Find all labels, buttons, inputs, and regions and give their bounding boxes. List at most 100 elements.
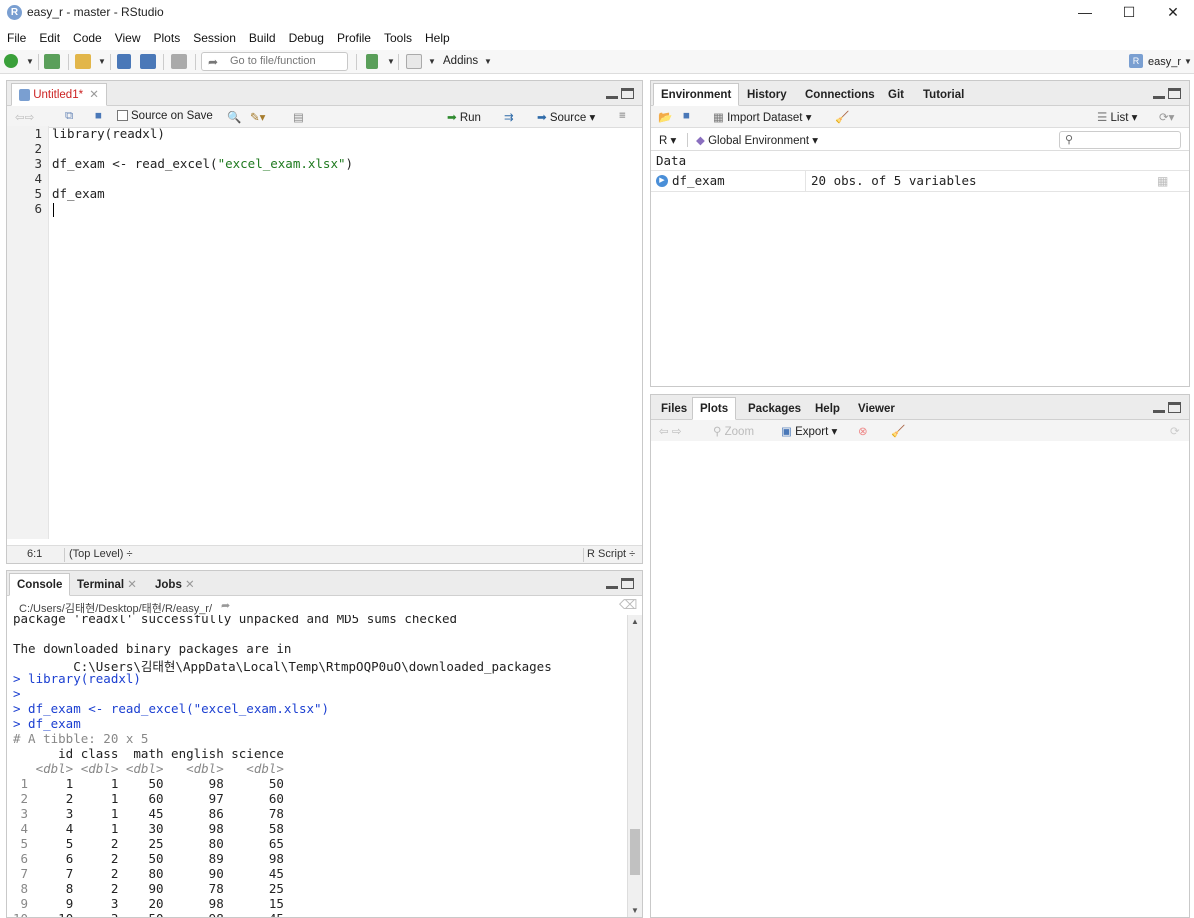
rerun-icon[interactable]: ⇉: [504, 110, 514, 124]
menu-debug[interactable]: Debug: [289, 28, 324, 48]
tab-environment[interactable]: Environment: [653, 83, 740, 106]
maximize-pane-icon[interactable]: [1168, 402, 1181, 413]
scope-selector[interactable]: (Top Level) ÷: [69, 546, 133, 563]
file-type-selector[interactable]: R Script ÷: [587, 546, 635, 563]
source-button[interactable]: ➡ Source ▾: [537, 110, 595, 124]
tibble-row: 6 6 2 50 89 98: [13, 851, 284, 866]
maximize-pane-icon[interactable]: [621, 88, 634, 99]
language-selector[interactable]: R ▾: [659, 133, 676, 147]
back-arrow-icon[interactable]: ⇦⇨: [15, 110, 34, 124]
zoom-button[interactable]: ⚲ Zoom: [713, 424, 754, 438]
minimize-pane-icon[interactable]: [606, 88, 618, 99]
clear-console-icon[interactable]: ⌫: [619, 597, 637, 613]
tibble-cell: 3: [28, 806, 74, 821]
save-all-icon[interactable]: [140, 54, 156, 69]
print-icon[interactable]: [171, 54, 187, 69]
minimize-pane-icon[interactable]: [1153, 402, 1165, 413]
import-dataset-button[interactable]: ▦ Import Dataset ▾: [713, 110, 811, 124]
show-in-window-icon[interactable]: ⧉: [65, 110, 73, 123]
environment-search-input[interactable]: ⚲: [1059, 131, 1181, 149]
tibble-cell: 4: [28, 821, 74, 836]
console-output[interactable]: package 'readxl' successfully unpacked a…: [7, 615, 626, 917]
tab-files[interactable]: Files: [653, 397, 695, 420]
view-data-icon[interactable]: ▦: [1157, 174, 1168, 188]
tibble-cell: 6: [28, 851, 74, 866]
tab-terminal[interactable]: Terminal ✕: [69, 573, 145, 596]
menu-code[interactable]: Code: [73, 28, 102, 48]
env-row-df-exam[interactable]: ▶ df_exam 20 obs. of 5 variables ▦: [651, 170, 1189, 192]
open-folder-icon[interactable]: [75, 54, 91, 69]
search-icon[interactable]: 🔍: [227, 110, 241, 124]
tab-packages[interactable]: Packages: [740, 397, 809, 420]
tab-tutorial[interactable]: Tutorial: [915, 83, 972, 106]
run-button[interactable]: ➡ Run: [447, 110, 481, 124]
code-editor[interactable]: library(readxl) df_exam <- read_excel("e…: [7, 126, 642, 539]
tibble-cell: 9: [28, 896, 74, 911]
menu-plots[interactable]: Plots: [154, 28, 181, 48]
git-icon[interactable]: [366, 54, 378, 69]
outline-icon[interactable]: ≡: [619, 110, 626, 122]
clear-broom-icon[interactable]: 🧹: [835, 110, 849, 124]
title-bar: R easy_r - master - RStudio — ☐ ✕: [0, 0, 1194, 26]
menu-session[interactable]: Session: [193, 28, 236, 48]
close-tab-icon[interactable]: ✕: [89, 89, 99, 101]
console-line: > df_exam <- read_excel("excel_exam.xlsx…: [13, 701, 330, 716]
tab-plots[interactable]: Plots: [692, 397, 737, 420]
tibble-cell: 89: [163, 851, 224, 866]
export-button[interactable]: ▣ Export ▾: [781, 424, 837, 438]
tab-git[interactable]: Git: [880, 83, 912, 106]
scroll-thumb[interactable]: [630, 829, 640, 875]
menu-file[interactable]: File: [7, 28, 26, 48]
menu-profile[interactable]: Profile: [337, 28, 371, 48]
menu-help[interactable]: Help: [425, 28, 450, 48]
main-toolbar: ▼ ▼ Go to file/function ➦ ▼ ▼ Addins ▼ R…: [0, 50, 1194, 74]
remove-plot-icon[interactable]: ⊗: [858, 424, 868, 438]
clear-plots-broom-icon[interactable]: 🧹: [891, 424, 905, 438]
tibble-cell: 78: [223, 806, 284, 821]
console-line: > library(readxl): [13, 671, 141, 686]
go-to-directory-icon[interactable]: ➦: [221, 599, 230, 612]
menu-view[interactable]: View: [115, 28, 141, 48]
menu-edit[interactable]: Edit: [39, 28, 60, 48]
tab-connections[interactable]: Connections: [797, 83, 883, 106]
tab-console[interactable]: Console: [9, 573, 71, 596]
maximize-pane-icon[interactable]: [621, 578, 634, 589]
back-arrow-icon[interactable]: ⇦ ⇨: [659, 424, 681, 438]
magic-wand-icon[interactable]: ✎▾: [250, 110, 265, 124]
console-line: The downloaded binary packages are in: [13, 641, 292, 656]
compile-report-icon[interactable]: ▤: [293, 110, 304, 124]
project-menu[interactable]: easy_r: [1148, 56, 1181, 68]
save-file-icon[interactable]: ■: [95, 110, 102, 122]
expand-icon[interactable]: ▶: [656, 175, 668, 187]
minimize-pane-icon[interactable]: [1153, 88, 1165, 99]
maximize-button[interactable]: ☐: [1106, 0, 1152, 26]
environment-selector[interactable]: ◆ Global Environment ▾: [696, 133, 818, 147]
list-view-selector[interactable]: ☰ List ▾: [1097, 110, 1137, 124]
new-project-icon[interactable]: [44, 54, 60, 69]
source-on-save-checkbox[interactable]: Source on Save: [117, 110, 213, 122]
tab-untitled1[interactable]: Untitled1* ✕: [11, 83, 107, 106]
minimize-button[interactable]: —: [1062, 0, 1108, 26]
tab-help[interactable]: Help: [807, 397, 848, 420]
console-line: id class math english science: [13, 746, 284, 761]
pane-layout-icon[interactable]: [406, 54, 422, 69]
refresh-icon[interactable]: ⟳: [1170, 424, 1180, 438]
tab-jobs[interactable]: Jobs ✕: [147, 573, 203, 596]
save-workspace-icon[interactable]: ■: [683, 110, 690, 122]
minimize-pane-icon[interactable]: [606, 578, 618, 589]
save-icon[interactable]: [117, 54, 131, 69]
plots-toolbar: ⇦ ⇨ ⚲ Zoom ▣ Export ▾ ⊗ 🧹 ⟳: [651, 420, 1189, 442]
maximize-pane-icon[interactable]: [1168, 88, 1181, 99]
menu-tools[interactable]: Tools: [384, 28, 412, 48]
refresh-icon[interactable]: ⟳▾: [1159, 110, 1174, 124]
close-button[interactable]: ✕: [1150, 0, 1194, 26]
menu-build[interactable]: Build: [249, 28, 276, 48]
addins-menu[interactable]: Addins: [443, 55, 478, 67]
go-to-file-input[interactable]: Go to file/function: [201, 52, 348, 71]
console-scrollbar[interactable]: ▲ ▼: [627, 615, 642, 917]
new-file-icon[interactable]: [4, 54, 18, 68]
load-workspace-icon[interactable]: 📂: [658, 110, 672, 124]
tab-viewer[interactable]: Viewer: [850, 397, 903, 420]
tab-history[interactable]: History: [739, 83, 795, 106]
tibble-cell: 50: [118, 776, 164, 791]
